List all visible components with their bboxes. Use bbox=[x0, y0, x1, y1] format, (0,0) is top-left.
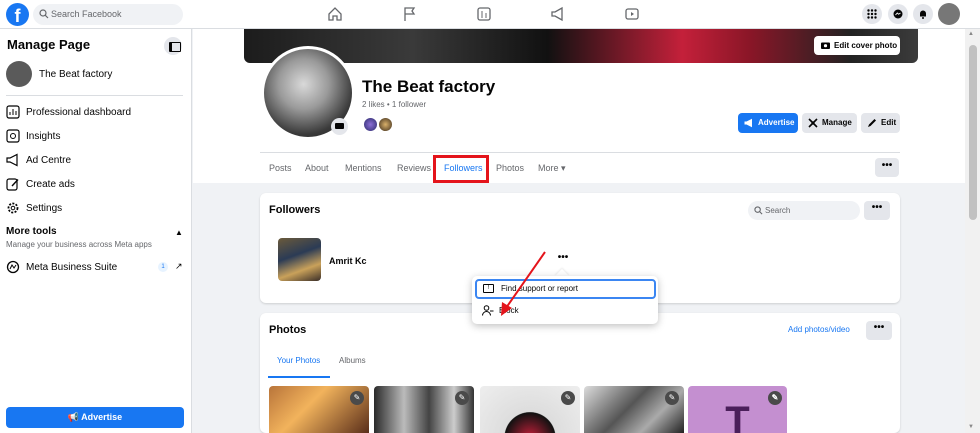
insights-icon bbox=[6, 129, 20, 143]
advertise-button[interactable]: Advertise bbox=[738, 113, 798, 133]
sidebar-page-name: The Beat factory bbox=[39, 69, 113, 80]
manage-button[interactable]: Manage bbox=[802, 113, 857, 133]
page-title: The Beat factory bbox=[362, 77, 496, 96]
manage-icon bbox=[808, 118, 818, 128]
followers-tab-highlight bbox=[433, 155, 489, 183]
photo-thumbnail[interactable]: T ✎ bbox=[688, 386, 787, 433]
edit-photo-icon[interactable]: ✎ bbox=[561, 391, 575, 405]
red-arrow-annotation bbox=[501, 251, 546, 316]
manage-label: Manage bbox=[822, 118, 852, 127]
megaphone-icon[interactable] bbox=[550, 6, 566, 22]
tab-albums[interactable]: Albums bbox=[339, 356, 366, 365]
megaphone-icon: 📢 bbox=[67, 412, 79, 422]
followers-heading: Followers bbox=[269, 204, 321, 216]
edit-button[interactable]: Edit bbox=[861, 113, 900, 133]
follower-name[interactable]: Amrit Kc bbox=[329, 256, 367, 266]
photo-thumbnail[interactable]: ✎ bbox=[584, 386, 684, 433]
photo-thumbnail[interactable]: ✎ bbox=[374, 386, 474, 433]
menu-grid-icon bbox=[867, 9, 877, 19]
menu-grid-button[interactable] bbox=[862, 4, 882, 24]
scroll-down-icon[interactable]: ▼ bbox=[968, 424, 974, 430]
manage-page-sidebar: Manage Page The Beat factory Professiona… bbox=[0, 29, 192, 433]
follower-avatar[interactable] bbox=[278, 238, 321, 281]
follower-options-button[interactable]: ••• bbox=[553, 253, 573, 269]
sidebar-advertise-button[interactable]: 📢 Advertise bbox=[6, 407, 184, 428]
messenger-icon bbox=[893, 9, 903, 19]
sidebar-item-label: Create ads bbox=[26, 179, 75, 190]
photos-heading: Photos bbox=[269, 324, 307, 336]
photo-thumbnail[interactable]: ✎ bbox=[269, 386, 369, 433]
search-icon bbox=[754, 206, 763, 215]
external-link-icon[interactable]: ↗ bbox=[175, 261, 183, 272]
edit-cover-photo-button[interactable]: Edit cover photo bbox=[814, 36, 900, 55]
top-navigation-bar: f Search Facebook bbox=[0, 0, 980, 29]
meta-business-suite-icon bbox=[6, 260, 20, 274]
active-tab-indicator bbox=[268, 376, 330, 378]
edit-photo-icon[interactable]: ✎ bbox=[768, 391, 782, 405]
tab-photos[interactable]: Photos bbox=[496, 163, 524, 173]
watch-icon[interactable] bbox=[624, 6, 640, 22]
edit-photo-icon[interactable]: ✎ bbox=[455, 391, 469, 405]
sidebar-item-label: Professional dashboard bbox=[26, 107, 132, 118]
more-tools-heading[interactable]: More tools bbox=[6, 226, 57, 237]
search-facebook-input[interactable]: Search Facebook bbox=[33, 4, 183, 25]
tab-reviews[interactable]: Reviews bbox=[397, 163, 431, 173]
tab-posts[interactable]: Posts bbox=[269, 163, 292, 173]
tab-mentions[interactable]: Mentions bbox=[345, 163, 382, 173]
page-avatar bbox=[6, 61, 32, 87]
followers-options-button[interactable]: ••• bbox=[864, 201, 890, 220]
edit-label: Edit bbox=[881, 118, 897, 127]
pencil-icon bbox=[868, 119, 876, 127]
notification-badge: 1 bbox=[158, 262, 168, 272]
pencil-icon bbox=[6, 178, 19, 191]
liker-avatar[interactable] bbox=[377, 116, 394, 133]
add-photos-video-link[interactable]: Add photos/video bbox=[788, 325, 850, 334]
page-stats[interactable]: 2 likes • 1 follower bbox=[362, 100, 426, 109]
sidebar-title: Manage Page bbox=[7, 37, 91, 52]
facebook-logo[interactable]: f bbox=[6, 3, 29, 26]
tab-about[interactable]: About bbox=[305, 163, 329, 173]
photo-letter: T bbox=[725, 399, 750, 433]
sidebar-item-label: Ad Centre bbox=[26, 155, 72, 166]
sidebar-collapse-button[interactable] bbox=[164, 37, 182, 55]
chevron-up-icon[interactable]: ▲ bbox=[175, 228, 183, 237]
search-icon bbox=[39, 9, 49, 19]
sidebar-item-label: Insights bbox=[26, 131, 61, 142]
advertise-label: Advertise bbox=[758, 118, 795, 127]
scrollbar-thumb[interactable] bbox=[969, 45, 977, 220]
more-tools-description: Manage your business across Meta apps bbox=[6, 240, 152, 249]
megaphone-icon bbox=[744, 118, 752, 128]
photos-options-button[interactable]: ••• bbox=[866, 321, 892, 340]
scroll-up-icon[interactable]: ▲ bbox=[968, 31, 974, 37]
more-options-button[interactable]: ••• bbox=[875, 158, 899, 177]
divider bbox=[6, 95, 183, 96]
edit-photo-icon[interactable]: ✎ bbox=[350, 391, 364, 405]
search-placeholder: Search bbox=[765, 206, 791, 215]
gear-icon bbox=[7, 202, 19, 214]
home-icon[interactable] bbox=[327, 6, 343, 22]
edit-cover-label: Edit cover photo bbox=[834, 41, 898, 50]
notifications-icon bbox=[920, 10, 926, 19]
divider bbox=[260, 152, 900, 153]
flag-icon[interactable] bbox=[402, 6, 418, 22]
advertise-label: Advertise bbox=[81, 412, 123, 422]
megaphone-icon bbox=[6, 153, 18, 167]
account-avatar[interactable] bbox=[938, 3, 960, 25]
sidebar-item-label: Meta Business Suite bbox=[26, 262, 118, 273]
pages-icon[interactable] bbox=[476, 6, 492, 22]
dashboard-icon bbox=[6, 105, 20, 119]
photo-thumbnail[interactable]: ✎ bbox=[480, 386, 580, 433]
tab-your-photos[interactable]: Your Photos bbox=[277, 356, 320, 365]
messenger-button[interactable] bbox=[888, 4, 908, 24]
camera-icon[interactable] bbox=[331, 118, 348, 135]
camera-icon bbox=[821, 42, 830, 49]
followers-search-input[interactable]: Search bbox=[748, 201, 860, 220]
tab-more[interactable]: More ▾ bbox=[538, 163, 566, 174]
sidebar-item-label: Settings bbox=[26, 203, 63, 214]
search-placeholder: Search Facebook bbox=[51, 9, 122, 19]
notifications-button[interactable] bbox=[913, 4, 933, 24]
edit-photo-icon[interactable]: ✎ bbox=[665, 391, 679, 405]
